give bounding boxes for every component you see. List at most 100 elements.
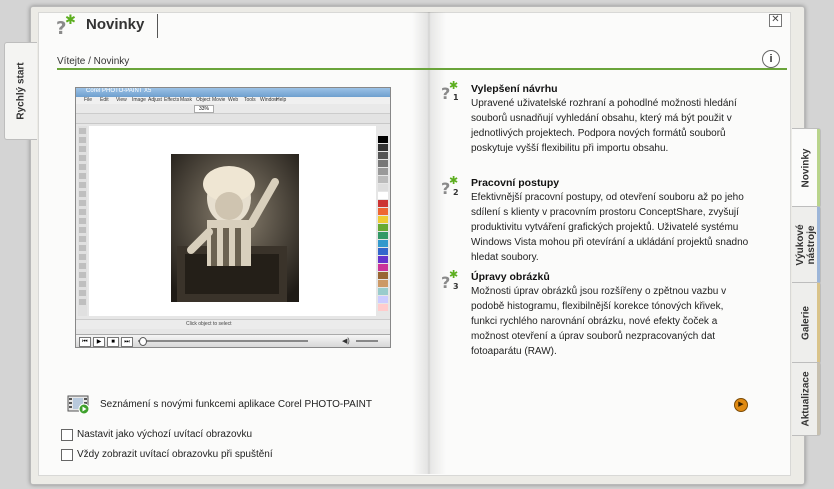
next-arrow-icon[interactable]: ▶	[734, 398, 748, 412]
info-button[interactable]: i	[762, 50, 780, 68]
feature-3-title: Úpravy obrázků	[471, 271, 550, 283]
tool-icon	[79, 281, 86, 287]
app-menu-item: Movie	[212, 97, 226, 103]
tool-icon	[79, 173, 86, 179]
feature-1-number: 1	[453, 93, 459, 102]
tab-learning-tools[interactable]: Výukové nástroje	[792, 206, 821, 284]
palette-swatch	[378, 224, 388, 231]
palette-swatch	[378, 232, 388, 239]
palette-swatch	[378, 272, 388, 279]
feature-3-number: 3	[453, 282, 459, 291]
tool-icon	[79, 227, 86, 233]
tool-icon	[79, 146, 86, 152]
feature-3-body: Možnosti úprav obrázků jsou rozšířeny o …	[471, 286, 727, 357]
tool-icon	[79, 155, 86, 161]
tab-accent	[817, 283, 820, 363]
tool-icon	[79, 191, 86, 197]
app-menu-item: Mask	[180, 97, 192, 103]
film-icon[interactable]	[67, 394, 91, 415]
tab-gallery-label: Galerie	[800, 306, 812, 340]
feature-1-body: Upravené uživatelské rozhraní a pohodlné…	[471, 98, 737, 154]
tab-quick-start[interactable]: Rychlý start	[4, 42, 37, 140]
show-on-startup-checkbox[interactable]	[61, 449, 73, 461]
tool-icon	[79, 272, 86, 278]
palette-swatch	[378, 304, 388, 311]
tool-icon	[79, 299, 86, 305]
seek-bar[interactable]	[138, 340, 308, 342]
app-menu-item: Tools	[244, 97, 256, 103]
app-menu-item: View	[116, 97, 127, 103]
palette-swatch	[378, 240, 388, 247]
tab-updates-label: Aktualizace	[800, 371, 812, 427]
tab-news-label: Novinky	[800, 148, 812, 188]
seek-handle[interactable]	[139, 337, 147, 346]
tool-icon	[79, 254, 86, 260]
video-preview[interactable]: Corel PHOTO-PAINT X5 File Edit View Image Ad…	[75, 87, 391, 348]
app-titlebar: Corel PHOTO-PAINT X5	[76, 88, 390, 97]
video-caption[interactable]: Seznámení s novými funkcemi aplikace Cor…	[100, 399, 372, 410]
tool-icon	[79, 290, 86, 296]
color-palette	[378, 126, 388, 316]
volume-icon[interactable]: ◀)	[342, 337, 350, 345]
app-menu-item: Edit	[100, 97, 109, 103]
palette-swatch	[378, 168, 388, 175]
default-welcome-checkbox[interactable]	[61, 429, 73, 441]
tab-gallery[interactable]: Galerie	[792, 282, 821, 364]
status-text: Click object to select	[186, 321, 232, 327]
forward-icon[interactable]: ⏭	[121, 337, 133, 347]
close-button[interactable]: ✕	[769, 14, 782, 27]
palette-swatch	[378, 216, 388, 223]
tab-accent	[817, 207, 820, 283]
rewind-icon[interactable]: ⏮	[79, 337, 91, 347]
app-toolbox	[78, 126, 87, 316]
tab-accent	[817, 363, 820, 435]
tool-icon	[79, 182, 86, 188]
feature-1-title: Vylepšení návrhu	[471, 83, 558, 95]
tab-updates[interactable]: Aktualizace	[792, 362, 821, 436]
palette-swatch	[378, 256, 388, 263]
play-icon[interactable]: ▶	[93, 337, 105, 347]
tab-learning-tools-label: Výukové nástroje	[795, 224, 817, 266]
app-menu-item: Image	[132, 97, 146, 103]
palette-swatch	[378, 152, 388, 159]
volume-slider[interactable]	[356, 340, 378, 342]
feature-3-icon: ? ✱ 3	[441, 268, 459, 292]
title-divider	[157, 14, 158, 38]
video-controls: ⏮ ▶ ■ ⏭ ◀)	[76, 334, 390, 347]
default-welcome-label[interactable]: Nastavit jako výchozí uvítací obrazovku	[77, 429, 252, 440]
palette-swatch	[378, 184, 388, 191]
tool-icon	[79, 218, 86, 224]
stop-icon[interactable]: ■	[107, 337, 119, 347]
palette-swatch	[378, 288, 388, 295]
palette-swatch	[378, 144, 388, 151]
tool-icon	[79, 128, 86, 134]
feature-2-number: 2	[453, 188, 459, 197]
header-divider	[57, 68, 787, 70]
tool-icon	[79, 245, 86, 251]
palette-swatch	[378, 208, 388, 215]
app-menu-item: Effects	[164, 97, 180, 103]
page-title: Novinky	[86, 16, 145, 33]
logo-icon: ? ✱	[56, 13, 76, 39]
tool-icon	[79, 236, 86, 242]
tab-news[interactable]: Novinky	[792, 128, 821, 208]
app-toolbar: 33%	[76, 104, 390, 114]
tab-quick-start-label: Rychlý start	[15, 62, 27, 120]
tab-accent	[817, 129, 820, 207]
feature-2-icon: ? ✱ 2	[441, 174, 459, 198]
app-menu-item: Object	[196, 97, 211, 103]
show-on-startup-label[interactable]: Vždy zobrazit uvítací obrazovku při spuš…	[77, 449, 273, 460]
tool-icon	[79, 209, 86, 215]
app-menu-item: File	[84, 97, 93, 103]
app-statusbar: Click object to select	[76, 319, 390, 329]
feature-1-icon: ? ✱ 1	[441, 79, 459, 103]
feature-2-title: Pracovní postupy	[471, 177, 560, 189]
palette-swatch	[378, 248, 388, 255]
tool-icon	[79, 263, 86, 269]
app-title: Corel PHOTO-PAINT X5	[86, 88, 152, 94]
palette-swatch	[378, 136, 388, 143]
palette-swatch	[378, 192, 388, 199]
tool-icon	[79, 137, 86, 143]
tool-icon	[79, 164, 86, 170]
breadcrumb: Vítejte / Novinky	[57, 56, 130, 67]
